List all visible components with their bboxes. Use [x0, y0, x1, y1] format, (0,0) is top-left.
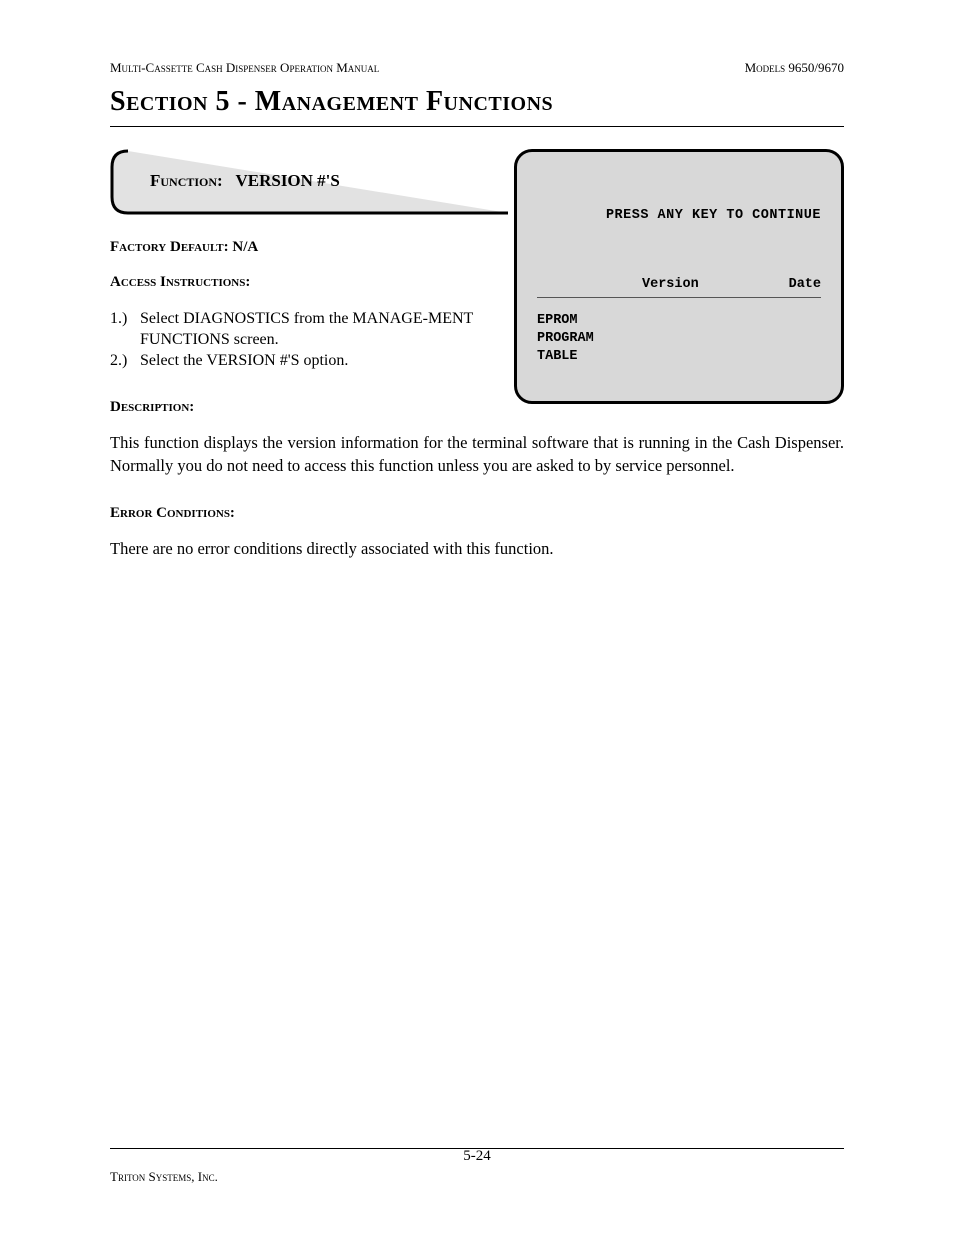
col-date: Date: [761, 277, 821, 292]
list-item: 1.) Select DIAGNOSTICS from the MANAGE-M…: [110, 309, 510, 351]
item-number: 2.): [110, 351, 140, 372]
header-underline: [537, 297, 821, 298]
section-title: Section 5 - Management Functions: [110, 86, 844, 118]
row-eprom: EPROM: [537, 312, 594, 330]
list-item: 2.) Select the VERSION #'S option.: [110, 351, 510, 372]
error-conditions-text: There are no error conditions directly a…: [110, 538, 844, 560]
col-blank: [537, 277, 642, 292]
factory-default-value: N/A: [232, 239, 258, 255]
col-version: Version: [642, 277, 761, 292]
item-text: Select the VERSION #'S option.: [140, 351, 510, 372]
factory-default-label: Factory Default:: [110, 239, 229, 255]
item-text: Select DIAGNOSTICS from the MANAGE-MENT …: [140, 309, 510, 351]
function-label: Function:: [150, 171, 223, 190]
instructions-list: 1.) Select DIAGNOSTICS from the MANAGE-M…: [110, 309, 510, 371]
footer-company: Triton Systems, Inc.: [110, 1169, 844, 1185]
terminal-screenshot: PRESS ANY KEY TO CONTINUE Version Date E…: [514, 149, 844, 404]
description-text: This function displays the version infor…: [110, 432, 844, 477]
header-right: Models 9650/9670: [745, 60, 844, 76]
page-number: 5-24: [110, 1148, 844, 1165]
function-value: VERSION #'S: [235, 171, 339, 190]
function-tab: Function: VERSION #'S: [110, 149, 510, 217]
error-conditions-label: Error Conditions:: [110, 505, 844, 522]
row-program: PROGRAM: [537, 330, 594, 348]
press-any-key: PRESS ANY KEY TO CONTINUE: [606, 208, 821, 223]
access-instructions-label: Access Instructions:: [110, 274, 510, 291]
title-rule: [110, 126, 844, 127]
header-left: Multi-Cassette Cash Dispenser Operation …: [110, 60, 379, 76]
row-table: TABLE: [537, 348, 594, 366]
item-number: 1.): [110, 309, 140, 351]
